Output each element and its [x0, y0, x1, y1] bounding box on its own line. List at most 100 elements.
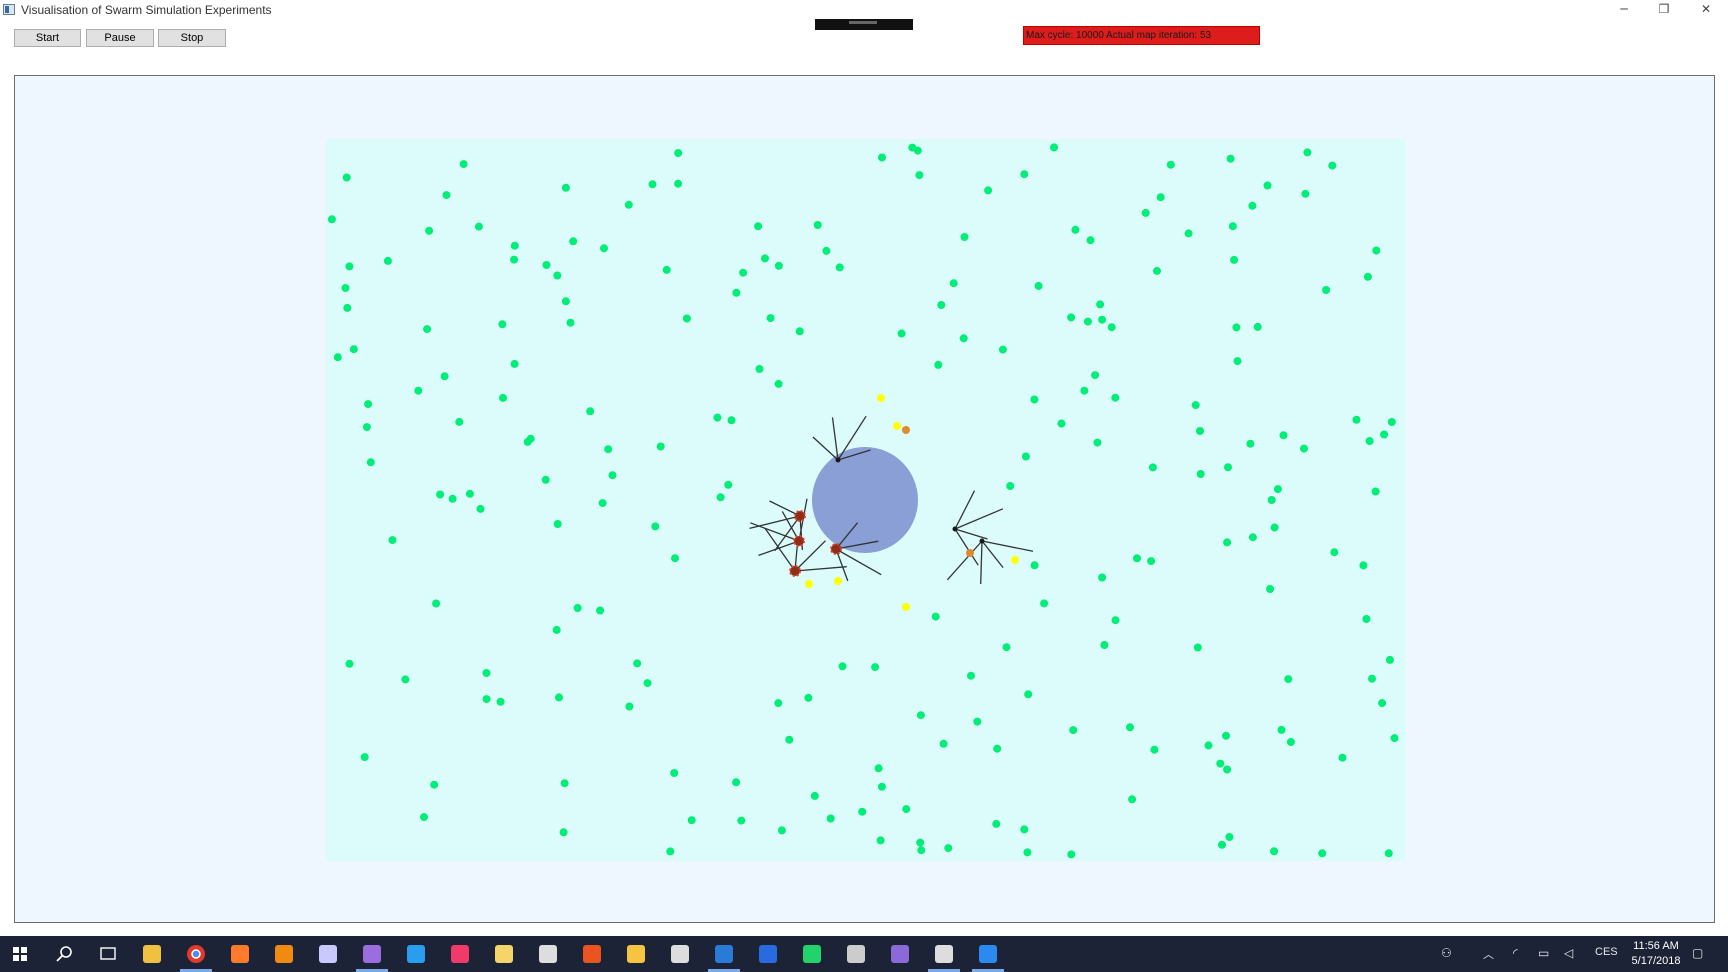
save-icon[interactable] — [759, 945, 777, 963]
food-dot — [1390, 734, 1399, 743]
people-icon[interactable]: ⚇ — [1441, 946, 1452, 960]
food-dot — [666, 847, 675, 856]
food-dot — [425, 226, 434, 235]
food-dot — [1148, 463, 1157, 472]
chrome-icon[interactable] — [180, 945, 212, 972]
food-dot — [1279, 431, 1288, 440]
food-dot — [967, 671, 975, 680]
orange-item — [902, 426, 910, 434]
food-dot — [420, 813, 428, 822]
orange-item — [966, 549, 974, 557]
food-dot — [553, 271, 562, 280]
food-dot — [931, 612, 940, 621]
food-dot — [1270, 523, 1279, 532]
drag-handle[interactable] — [815, 19, 913, 30]
food-dot — [1216, 759, 1225, 768]
app-icon[interactable] — [891, 945, 909, 963]
terminal-icon[interactable] — [539, 945, 557, 963]
yellow-item — [1011, 556, 1019, 564]
food-dot — [1069, 726, 1078, 735]
food-dot — [1246, 439, 1255, 448]
battery-icon[interactable]: ▭ — [1538, 946, 1549, 960]
close-button[interactable]: ✕ — [1688, 0, 1724, 20]
food-dot — [1150, 745, 1159, 754]
stop-button[interactable]: Stop — [158, 29, 226, 47]
food-dot — [343, 303, 352, 312]
restore-button[interactable]: ❐ — [1646, 0, 1682, 20]
ubuntu-icon[interactable] — [583, 945, 601, 963]
food-dot — [1359, 561, 1368, 570]
food-dot — [687, 816, 696, 825]
food-dot — [349, 345, 358, 354]
food-dot — [1080, 386, 1089, 395]
food-dot — [643, 679, 652, 688]
food-dot — [739, 268, 748, 277]
terminal-icon[interactable] — [928, 945, 960, 972]
clock-time: 11:56 AM — [1633, 940, 1679, 952]
food-dot — [1230, 255, 1239, 264]
volume-icon[interactable]: ◁ — [1564, 946, 1573, 960]
food-dot — [876, 836, 885, 845]
food-dot — [959, 334, 968, 343]
task-view-icon[interactable] — [100, 947, 116, 960]
sticky-notes-icon[interactable] — [495, 945, 513, 963]
powershell-icon[interactable] — [708, 945, 740, 972]
food-dot — [1318, 849, 1327, 858]
visual-studio-icon[interactable] — [356, 945, 388, 972]
food-dot — [1218, 840, 1226, 849]
food-dot — [360, 753, 369, 762]
food-dot — [737, 816, 746, 825]
pycharm-icon[interactable] — [803, 945, 821, 963]
food-dot — [586, 407, 595, 416]
network-icon[interactable]: ◜ — [1513, 946, 1518, 960]
food-dot — [345, 659, 354, 668]
terminal-icon[interactable] — [671, 945, 689, 963]
food-dot — [1204, 741, 1213, 750]
food-dot — [1191, 401, 1200, 410]
food-dot — [877, 782, 886, 791]
food-dot — [755, 365, 764, 373]
food-dot — [455, 417, 464, 426]
minimize-button[interactable]: ─ — [1606, 0, 1642, 20]
food-dot — [364, 400, 373, 409]
yellow-item — [805, 580, 813, 588]
git-icon[interactable] — [143, 945, 161, 963]
vscode-icon[interactable] — [407, 945, 425, 963]
start-icon[interactable] — [13, 947, 27, 961]
food-dot — [1196, 427, 1204, 435]
app-icon[interactable] — [847, 945, 865, 963]
chevron-up-icon[interactable]: ︿ — [1483, 946, 1494, 962]
food-dot — [1253, 322, 1262, 331]
food-dot — [1030, 395, 1039, 404]
status-bar: Max cycle: 10000 Actual map iteration: 5… — [1023, 26, 1260, 45]
food-dot — [949, 279, 958, 288]
food-dot — [442, 191, 451, 200]
food-dot — [944, 844, 953, 853]
food-dot — [1096, 300, 1105, 309]
food-dot — [1067, 313, 1076, 322]
food-dot — [1233, 357, 1242, 366]
clock[interactable]: 11:56 AM 5/17/2018 — [1618, 939, 1694, 969]
food-dot — [774, 699, 783, 708]
food-dot — [1301, 189, 1310, 198]
food-dot — [1226, 154, 1235, 163]
food-dot — [1100, 641, 1109, 649]
food-dot — [1071, 225, 1080, 234]
food-dot — [777, 826, 786, 835]
pause-button[interactable]: Pause — [86, 29, 154, 47]
food-dot — [1338, 753, 1347, 762]
food-dot — [1286, 738, 1295, 746]
food-dot — [552, 625, 561, 634]
start-button[interactable]: Start — [14, 29, 81, 47]
simulation-app-icon[interactable] — [972, 945, 1004, 972]
app-icon[interactable] — [319, 945, 337, 963]
firefox-icon[interactable] — [231, 945, 249, 963]
notification-icon[interactable]: ▢ — [1692, 946, 1703, 960]
food-dot — [670, 769, 679, 777]
file-explorer-icon[interactable] — [627, 945, 645, 963]
vlc-icon[interactable] — [275, 945, 293, 963]
food-dot — [671, 554, 679, 563]
language-indicator[interactable]: CES — [1595, 946, 1618, 958]
intellij-icon[interactable] — [451, 945, 469, 963]
search-icon[interactable] — [56, 946, 72, 962]
